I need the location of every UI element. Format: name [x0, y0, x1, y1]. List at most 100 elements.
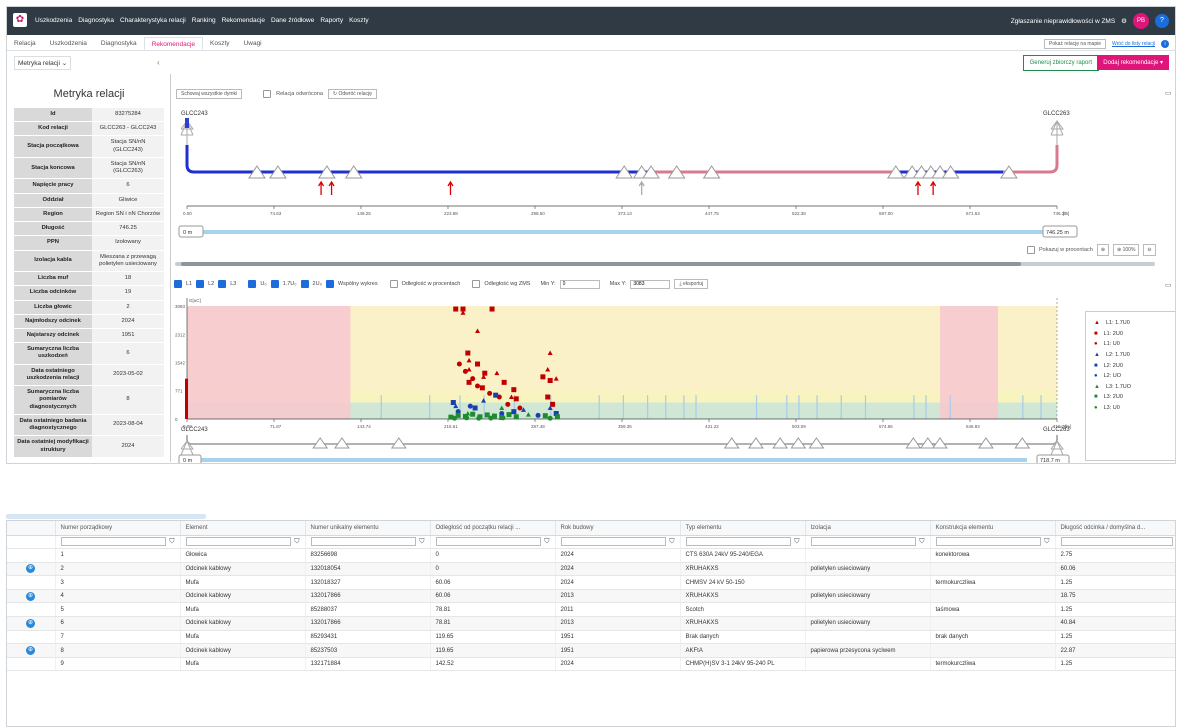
legend-item[interactable]: ● L2: UO [1086, 371, 1175, 382]
data-point [465, 350, 471, 356]
segment-marker [925, 395, 927, 419]
table-row[interactable]: 7 Mufa 85293431 119.65 1951 Brak danych brak d… [7, 630, 1175, 645]
column-header[interactable]: Odległość od początku relacji ... [430, 521, 556, 536]
column-header[interactable]: Numer unikalny elementu [305, 521, 431, 536]
column-header[interactable]: Typ elementu [680, 521, 806, 536]
data-point [554, 414, 560, 420]
y-tick-label: 3083 [175, 304, 186, 309]
zoom-reset-button[interactable]: ⊕ 100% [1113, 244, 1140, 256]
filter-cell: ⛉ [55, 535, 181, 550]
u2-checkbox[interactable] [300, 280, 309, 288]
max-y-input[interactable] [630, 279, 671, 289]
column-filter-input[interactable] [810, 537, 917, 547]
filter-funnel-icon[interactable]: ⛉ [294, 538, 299, 546]
data-point [511, 409, 517, 415]
filter-funnel-icon[interactable]: ⛉ [419, 538, 424, 546]
legend-marker: ● [1094, 405, 1098, 412]
column-filter-input[interactable] [685, 537, 792, 547]
column-filter-input[interactable] [935, 537, 1042, 547]
export-label: eksportuj [682, 281, 704, 287]
column-filter-input[interactable] [310, 537, 417, 547]
column-header[interactable]: Element [180, 521, 306, 536]
legend-item[interactable]: ■ L3: 2U0 [1086, 392, 1175, 403]
zoom-in-icon[interactable]: ⊕ [1096, 244, 1110, 256]
data-point [466, 379, 472, 385]
column-filter-input[interactable] [1060, 537, 1174, 547]
legend-item[interactable]: ■ L2: 2U0 [1086, 360, 1175, 371]
main-panel: ✿ Uszkodzenia Diagnostyka Charakterystyka … [6, 6, 1176, 464]
data-point [511, 387, 517, 393]
zoom-out-icon[interactable]: ⊖ [1143, 244, 1156, 256]
legend-item[interactable]: ▲ L3: 1.7UO [1086, 382, 1175, 393]
table-row[interactable]: ⊕ 8 Odcinek kablowy 85237503 119.65 1951 AKFtA… [7, 643, 1175, 658]
percent-checkbox[interactable] [1027, 246, 1035, 254]
table-row[interactable]: ⊕ 6 Odcinek kablowy 132017866 78.81 2013 XRUHA… [7, 616, 1175, 631]
data-point [462, 368, 468, 374]
globe-icon[interactable]: ⊕ [26, 591, 35, 601]
column-filter-input[interactable] [435, 537, 542, 547]
x-tick-label: 574.96 [879, 424, 893, 429]
table-cell: 5 [55, 602, 181, 618]
column-filter-input[interactable] [60, 537, 167, 547]
fault-arrow-icon [914, 180, 922, 195]
legend-marker: ● [1094, 373, 1098, 380]
column-header[interactable]: Izolacja [805, 521, 931, 536]
pct-distance-checkbox[interactable] [389, 280, 398, 288]
fault-arrow-icon [328, 180, 335, 195]
filter-funnel-icon[interactable]: ⛉ [669, 538, 674, 546]
globe-icon[interactable]: ⊕ [26, 564, 35, 574]
common-chart-checkbox[interactable] [325, 280, 334, 288]
l1-checkbox[interactable] [174, 280, 182, 288]
filter-funnel-icon[interactable]: ⛉ [794, 538, 799, 546]
zms-distance-checkbox[interactable] [472, 280, 481, 288]
u0-checkbox[interactable] [248, 280, 257, 288]
data-point [475, 383, 481, 389]
export-button[interactable]: ⤓ eksportuj [674, 279, 709, 289]
legend-label: L1: 1.7U0 [1105, 320, 1130, 327]
segment-marker [755, 395, 758, 419]
column-filter-input[interactable] [560, 537, 667, 547]
legend-marker: ■ [1094, 362, 1098, 369]
chart-joint-icon [1014, 437, 1031, 449]
column-header[interactable]: Numer porządkowy [55, 521, 181, 536]
filter-funnel-icon[interactable]: ⛉ [1044, 538, 1049, 546]
u17-checkbox[interactable] [270, 280, 279, 288]
table-row[interactable]: 3 Mufa 132018327 60.06 2024 CHMSV 24 kV 50-15… [7, 575, 1175, 590]
table-cell: CTS 630A 24kV 95-240/EGA [680, 548, 806, 563]
filter-funnel-icon[interactable]: ⛉ [544, 538, 549, 546]
l2-checkbox[interactable] [196, 280, 205, 288]
row-map-cell: ⊕ [7, 589, 56, 604]
filter-funnel-icon[interactable]: ⛉ [919, 538, 924, 546]
column-header[interactable]: Rok budowy [555, 521, 681, 536]
legend-item[interactable]: ▲ L1: 1.7U0 [1086, 318, 1175, 329]
table-row[interactable]: ⊕ 4 Odcinek kablowy 132017866 60.06 2013 XRUHA… [7, 589, 1175, 604]
legend-item[interactable]: ▲ L2: 1.7U0 [1086, 350, 1175, 361]
filter-funnel-icon[interactable]: ⛉ [169, 538, 174, 546]
legend-item[interactable]: ● L3: U0 [1086, 403, 1175, 414]
l3-checkbox[interactable] [218, 280, 227, 288]
table-cell: 1 [55, 548, 181, 563]
min-y-input[interactable] [559, 279, 600, 289]
segment-marker [798, 395, 800, 419]
end-station-label: GLCC263 [1043, 111, 1070, 117]
legend-item[interactable]: ● L1: U0 [1086, 339, 1175, 350]
legend-item[interactable]: ■ L1: 2U0 [1086, 329, 1175, 340]
column-header[interactable]: Konstrukcja elementu [930, 521, 1056, 536]
segment-marker [816, 395, 818, 419]
table-row[interactable]: ⊕ 2 Odcinek kablowy 132018054 0 2024 XRUHAKXS p… [7, 562, 1175, 577]
legend-label: L3: 2U0 [1103, 394, 1123, 401]
table-cell: 1951 [555, 630, 681, 645]
x-tick-label: 646.83 [966, 424, 980, 429]
column-header[interactable] [7, 521, 56, 536]
table-row[interactable]: 5 Mufa 85288037 78.81 2011 Scotch taśmowa 1.25 [7, 602, 1175, 618]
globe-icon[interactable]: ⊕ [26, 646, 35, 656]
column-filter-input[interactable] [185, 537, 292, 547]
table-cell: Mufa [180, 657, 306, 672]
data-point [450, 400, 456, 406]
table-row[interactable]: 1 Głowica 83256698 0 2024 CTS 630A 24kV 95-24… [7, 548, 1175, 563]
table-cell: Głowica [180, 548, 306, 563]
column-header[interactable]: Długość odcinka / domyślna d... [1055, 521, 1175, 536]
table-row[interactable]: 9 Mufa 132171884 142.52 2024 CHMP(H)SV 3-1 24… [7, 657, 1175, 672]
y-tick-label: 0 [175, 417, 178, 422]
globe-icon[interactable]: ⊕ [26, 618, 35, 628]
